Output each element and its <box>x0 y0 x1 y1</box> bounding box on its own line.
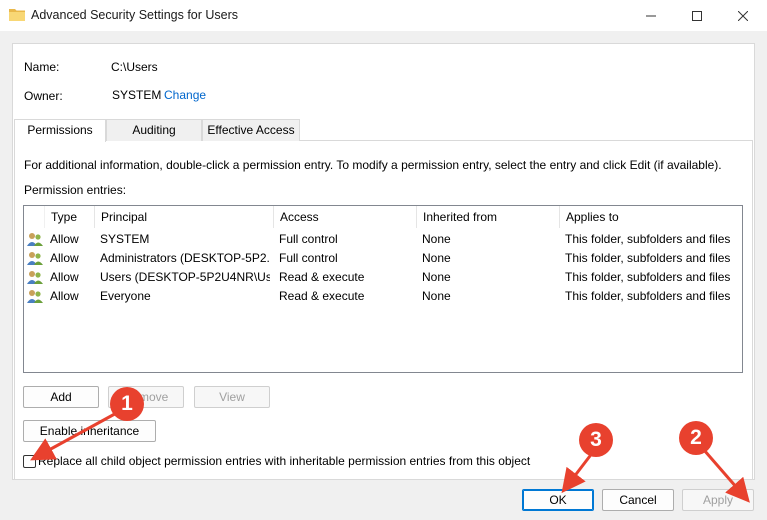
cell-principal: Administrators (DESKTOP-5P2... <box>100 251 270 265</box>
folder-icon <box>9 9 25 21</box>
annotation-badge-2: 2 <box>679 421 713 455</box>
user-group-icon <box>27 271 43 284</box>
owner-value: SYSTEM <box>112 88 162 102</box>
minimize-icon <box>646 15 656 16</box>
cell-access: Read & execute <box>279 289 365 303</box>
cell-type: Allow <box>50 270 79 284</box>
enable-inheritance-button[interactable]: Enable inheritance <box>23 420 156 442</box>
close-icon <box>738 10 748 21</box>
table-row[interactable]: Allow SYSTEM Full control None This fold… <box>24 230 742 249</box>
cell-type: Allow <box>50 251 79 265</box>
cell-access: Full control <box>279 251 338 265</box>
cell-principal: Everyone <box>100 289 151 303</box>
minimize-button[interactable] <box>628 0 674 31</box>
column-inherited-from[interactable]: Inherited from <box>416 206 559 228</box>
replace-permissions-checkbox[interactable] <box>23 455 36 468</box>
user-group-icon <box>27 290 43 303</box>
column-principal[interactable]: Principal <box>94 206 272 228</box>
user-group-icon <box>27 233 43 246</box>
change-owner-link[interactable]: Change <box>164 88 206 102</box>
name-label: Name: <box>24 60 60 74</box>
replace-permissions-label[interactable]: Replace all child object permission entr… <box>38 454 530 468</box>
cell-inherited-from: None <box>422 251 451 265</box>
cell-applies-to: This folder, subfolders and files <box>565 270 731 284</box>
name-value: C:\Users <box>111 60 158 74</box>
ok-button[interactable]: OK <box>522 489 594 511</box>
cell-access: Full control <box>279 232 338 246</box>
window-title: Advanced Security Settings for Users <box>31 8 239 22</box>
tab-auditing[interactable]: Auditing <box>106 119 202 141</box>
column-applies-to[interactable]: Applies to <box>559 206 742 228</box>
tab-effective-access[interactable]: Effective Access <box>202 119 300 141</box>
cancel-button[interactable]: Cancel <box>602 489 674 511</box>
cell-principal: SYSTEM <box>100 232 150 246</box>
permission-entries-label: Permission entries: <box>24 183 127 197</box>
annotation-badge-3: 3 <box>579 423 613 457</box>
column-access[interactable]: Access <box>273 206 416 228</box>
table-row[interactable]: Allow Administrators (DESKTOP-5P2... Ful… <box>24 249 742 268</box>
user-group-icon <box>27 252 43 265</box>
info-text: For additional information, double-click… <box>24 158 722 172</box>
title-bar: Advanced Security Settings for Users <box>0 0 767 31</box>
maximize-button[interactable] <box>674 0 720 31</box>
annotation-badge-1: 1 <box>110 387 144 421</box>
cell-applies-to: This folder, subfolders and files <box>565 289 731 303</box>
view-button[interactable]: View <box>194 386 270 408</box>
cell-type: Allow <box>50 289 79 303</box>
owner-label: Owner: <box>24 89 63 103</box>
cell-applies-to: This folder, subfolders and files <box>565 232 731 246</box>
cell-applies-to: This folder, subfolders and files <box>565 251 731 265</box>
maximize-icon <box>692 10 702 21</box>
list-header: Type Principal Access Inherited from App… <box>24 206 742 228</box>
table-row[interactable]: Allow Everyone Read & execute None This … <box>24 287 742 306</box>
cell-principal: Users (DESKTOP-5P2U4NR\Us... <box>100 270 270 284</box>
column-type[interactable]: Type <box>44 206 92 228</box>
close-button[interactable] <box>720 0 766 31</box>
cell-access: Read & execute <box>279 270 365 284</box>
permission-entries-list[interactable]: Type Principal Access Inherited from App… <box>23 205 743 373</box>
tab-permissions[interactable]: Permissions <box>14 119 106 142</box>
cell-type: Allow <box>50 232 79 246</box>
cell-inherited-from: None <box>422 289 451 303</box>
add-button[interactable]: Add <box>23 386 99 408</box>
table-row[interactable]: Allow Users (DESKTOP-5P2U4NR\Us... Read … <box>24 268 742 287</box>
apply-button[interactable]: Apply <box>682 489 754 511</box>
cell-inherited-from: None <box>422 270 451 284</box>
cell-inherited-from: None <box>422 232 451 246</box>
